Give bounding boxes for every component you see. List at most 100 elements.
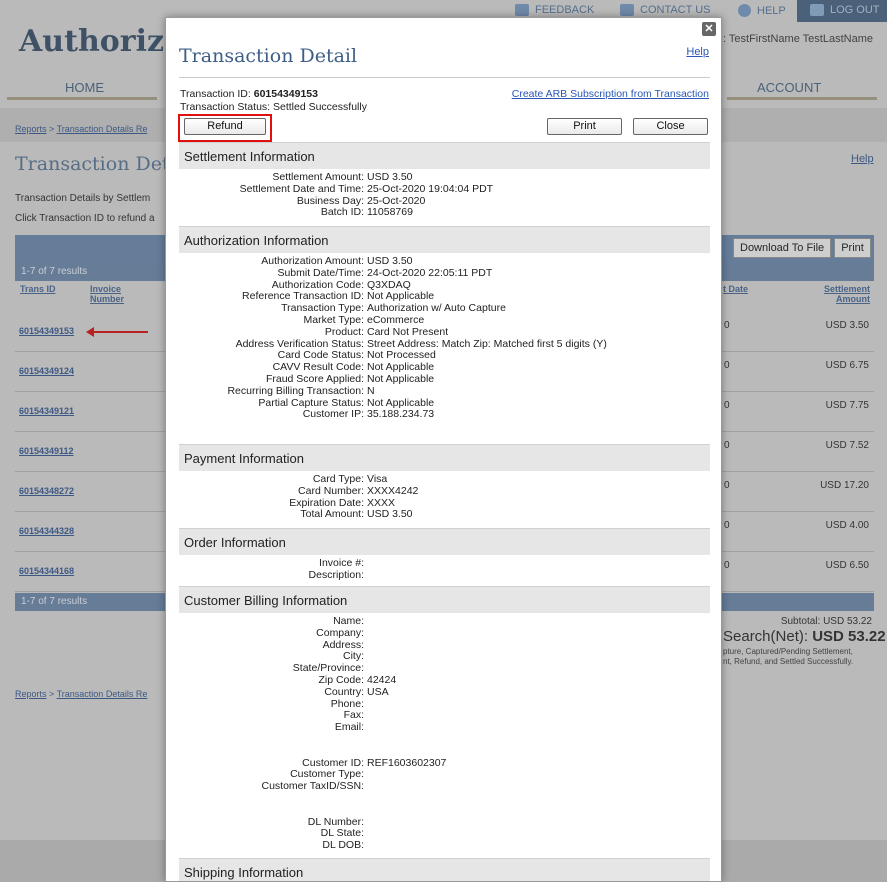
nav-home[interactable]: HOME	[65, 80, 104, 95]
refund-button[interactable]: Refund	[184, 118, 266, 135]
settlement-amount: USD 17.20	[820, 480, 869, 491]
download-to-file-button[interactable]: Download To File	[733, 238, 832, 258]
field-row	[179, 734, 710, 746]
col-header-invoice[interactable]: Invoice Number	[90, 284, 140, 304]
field-row: DL State:	[179, 828, 710, 840]
trans-id-link[interactable]: 60154344328	[19, 526, 74, 536]
field-value: XXXX4242	[367, 484, 419, 497]
field-value: 11058769	[367, 206, 413, 219]
col-header-date[interactable]: t Date	[723, 284, 748, 294]
trans-id-link[interactable]: 60154349153	[19, 326, 74, 336]
field-label: Batch ID:	[320, 206, 364, 219]
breadcrumb-reports[interactable]: Reports	[15, 689, 47, 699]
page-help-link[interactable]: Help	[851, 153, 874, 165]
field-row: Card Number: XXXX4242	[179, 484, 710, 498]
contact-icon	[620, 4, 634, 16]
settlement-date: 0	[724, 320, 730, 331]
trans-id-link[interactable]: 60154349124	[19, 366, 74, 376]
field-value	[364, 628, 367, 640]
page-description: Transaction Details by Settlem	[15, 193, 151, 204]
breadcrumb-transaction-details[interactable]: Transaction Details Re	[57, 124, 148, 134]
section-payment: Payment Information	[179, 444, 710, 471]
dialog-help-link[interactable]: Help	[686, 46, 709, 58]
help-link[interactable]: HELP	[738, 4, 786, 17]
settlement-amount: USD 6.75	[825, 360, 869, 371]
trans-id-link[interactable]: 60154349112	[19, 446, 74, 456]
field-row: Description:	[179, 569, 710, 582]
field-row: Transaction Type: Authorization w/ Auto C…	[179, 302, 710, 315]
field-row: DL DOB:	[179, 839, 710, 852]
field-value	[364, 769, 367, 781]
order-fields: Invoice #: Description:	[179, 557, 710, 582]
section-authorization: Authorization Information	[179, 226, 710, 253]
nav-account[interactable]: ACCOUNT	[757, 80, 821, 95]
net-search-label: Search(Net):	[723, 628, 813, 645]
col-header-amount[interactable]: Settlement Amount	[814, 284, 870, 304]
field-row: Recurring Billing Transaction: N	[179, 385, 710, 398]
field-label	[179, 793, 364, 805]
field-row: Zip Code: 42424	[179, 673, 710, 687]
field-row: Customer ID: REF1603602307	[179, 757, 710, 770]
field-value: 24-Oct-2020 22:05:11 PDT	[367, 266, 493, 279]
logout-label: LOG OUT	[830, 4, 880, 16]
field-label: Market Type:	[303, 313, 365, 326]
section-billing: Customer Billing Information	[179, 586, 710, 613]
field-value: USD 3.50	[367, 508, 413, 521]
settlement-amount: USD 6.50	[825, 560, 869, 571]
breadcrumb-reports[interactable]: Reports	[15, 124, 47, 134]
settlement-date: 0	[724, 480, 730, 491]
close-button[interactable]: Close	[633, 118, 708, 135]
status-note-line1: pture, Captured/Pending Settlement,	[723, 647, 853, 656]
breadcrumb-transaction-details[interactable]: Transaction Details Re	[57, 689, 148, 699]
field-value	[364, 793, 367, 805]
create-arb-subscription-link[interactable]: Create ARB Subscription from Transaction	[512, 88, 709, 100]
settlement-date: 0	[724, 560, 730, 571]
field-row: Business Day: 25-Oct-2020	[179, 195, 710, 208]
field-label: Phone:	[330, 697, 364, 710]
field-label	[179, 805, 364, 817]
logout-link[interactable]: LOG OUT	[810, 4, 880, 16]
print-table-button[interactable]: Print	[834, 238, 871, 258]
feedback-link[interactable]: FEEDBACK	[515, 4, 594, 16]
contact-label: CONTACT US	[640, 4, 711, 16]
field-value	[364, 558, 367, 570]
section-settlement: Settlement Information	[179, 142, 710, 169]
close-icon[interactable]: ✕	[702, 22, 716, 36]
settlement-date: 0	[724, 440, 730, 451]
field-value	[364, 699, 367, 711]
trans-id-link[interactable]: 60154349121	[19, 406, 74, 416]
field-row: Customer TaxID/SSN:	[179, 780, 710, 793]
page-instructions: Click Transaction ID to refund a	[15, 213, 155, 224]
trans-id-link[interactable]: 60154344168	[19, 566, 74, 576]
trans-id-link[interactable]: 60154348272	[19, 486, 74, 496]
brand-logo: Authorize	[19, 24, 184, 59]
field-value	[364, 570, 367, 582]
help-label: HELP	[757, 4, 786, 17]
field-row: Fraud Score Applied: Not Applicable	[179, 372, 710, 386]
feedback-label: FEEDBACK	[535, 4, 595, 16]
feedback-icon	[515, 4, 529, 16]
field-value: 42424	[367, 673, 397, 686]
field-label: Settlement Date and Time:	[239, 182, 364, 195]
field-value	[364, 616, 367, 628]
settlement-date: 0	[724, 360, 730, 371]
field-value: Not Applicable	[367, 372, 435, 385]
field-label: Total Amount:	[300, 508, 364, 521]
col-header-trans-id[interactable]: Trans ID	[20, 284, 56, 294]
nav-underline	[727, 97, 877, 100]
field-value	[364, 828, 367, 840]
section-shipping: Shipping Information	[179, 858, 710, 881]
welcome-text: : TestFirstName TestLastName	[723, 33, 873, 45]
print-button[interactable]: Print	[547, 118, 622, 135]
settlement-amount: USD 7.52	[825, 440, 869, 451]
field-label: Customer IP:	[302, 408, 364, 421]
field-row: Market Type: eCommerce	[179, 313, 710, 327]
contact-us-link[interactable]: CONTACT US	[620, 4, 711, 16]
nav-underline	[7, 97, 157, 100]
net-search-total: Search(Net): USD 53.22	[723, 628, 886, 645]
field-row: Company:	[179, 627, 710, 640]
field-value	[364, 722, 367, 734]
field-value: USA	[367, 685, 389, 698]
field-label: DL DOB:	[322, 839, 364, 852]
field-label: Submit Date/Time:	[277, 266, 364, 279]
